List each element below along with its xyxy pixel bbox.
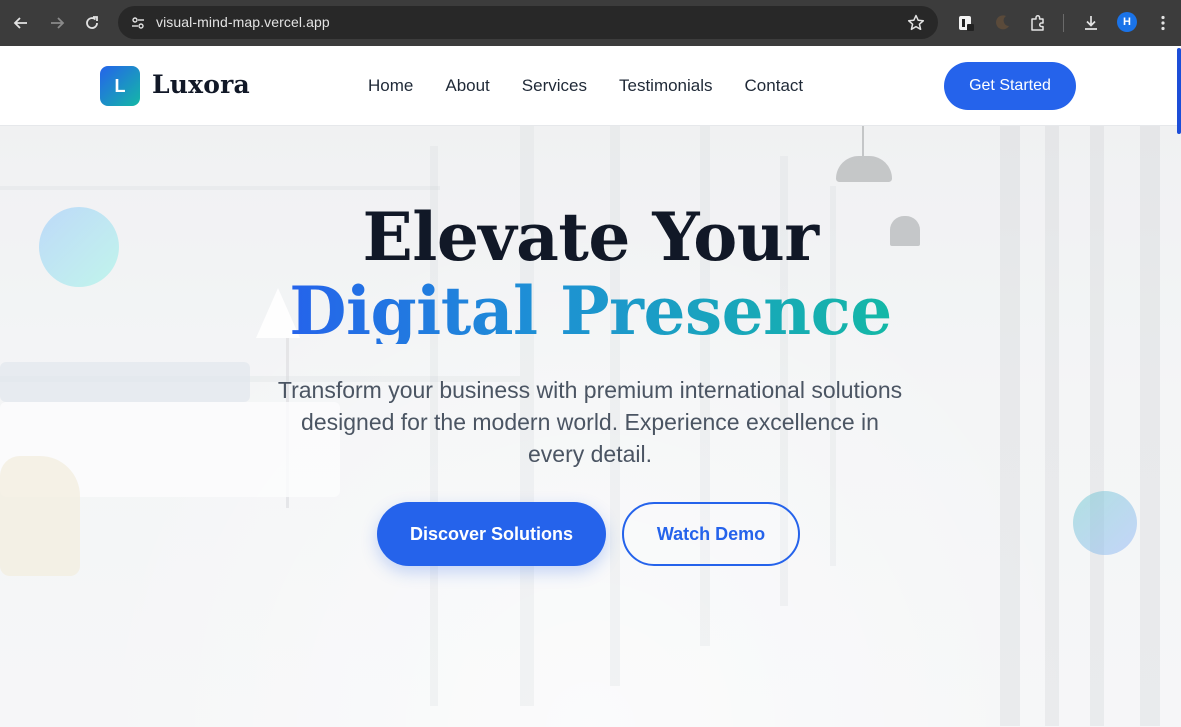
reload-icon[interactable] bbox=[80, 11, 104, 35]
address-bar[interactable]: visual-mind-map.vercel.app bbox=[118, 6, 938, 39]
back-icon[interactable] bbox=[9, 11, 33, 35]
forward-icon[interactable] bbox=[45, 11, 69, 35]
logo-mark[interactable]: L bbox=[100, 66, 140, 106]
web-page: L Luxora Home About Services Testimonial… bbox=[0, 46, 1181, 727]
site-info-icon[interactable] bbox=[126, 11, 150, 35]
nav-testimonials[interactable]: Testimonials bbox=[619, 76, 713, 96]
watch-demo-button[interactable]: Watch Demo bbox=[622, 502, 800, 566]
nav-contact[interactable]: Contact bbox=[745, 76, 804, 96]
hero-subtitle: Transform your business with premium int… bbox=[277, 377, 903, 467]
toolbar-divider bbox=[1063, 14, 1064, 32]
url-text[interactable]: visual-mind-map.vercel.app bbox=[156, 14, 330, 30]
bookmark-star-icon[interactable] bbox=[906, 13, 926, 33]
puzzle-icon[interactable] bbox=[1026, 11, 1050, 35]
more-menu-icon[interactable] bbox=[1151, 11, 1175, 35]
download-icon[interactable] bbox=[1079, 11, 1103, 35]
hero-title: Elevate Your Digital Presence bbox=[0, 204, 1181, 344]
extension-icon[interactable] bbox=[954, 11, 978, 35]
decorative-orb-right bbox=[1073, 491, 1137, 555]
nav-services[interactable]: Services bbox=[522, 76, 587, 96]
main-nav: Home About Services Testimonials Contact bbox=[368, 76, 803, 96]
brand-name[interactable]: Luxora bbox=[152, 70, 250, 99]
discover-solutions-button[interactable]: Discover Solutions bbox=[377, 502, 606, 566]
hero-title-line1: Elevate Your bbox=[362, 198, 819, 276]
hero-title-line2: Digital Presence bbox=[289, 272, 892, 350]
moon-extension-icon[interactable] bbox=[990, 11, 1014, 35]
get-started-button[interactable]: Get Started bbox=[944, 62, 1076, 110]
site-header: L Luxora Home About Services Testimonial… bbox=[0, 46, 1181, 134]
scrollbar-thumb[interactable] bbox=[1177, 48, 1181, 134]
profile-avatar[interactable]: H bbox=[1117, 12, 1137, 32]
browser-toolbar: visual-mind-map.vercel.app H bbox=[0, 0, 1181, 46]
nav-home[interactable]: Home bbox=[368, 76, 413, 96]
nav-about[interactable]: About bbox=[445, 76, 489, 96]
